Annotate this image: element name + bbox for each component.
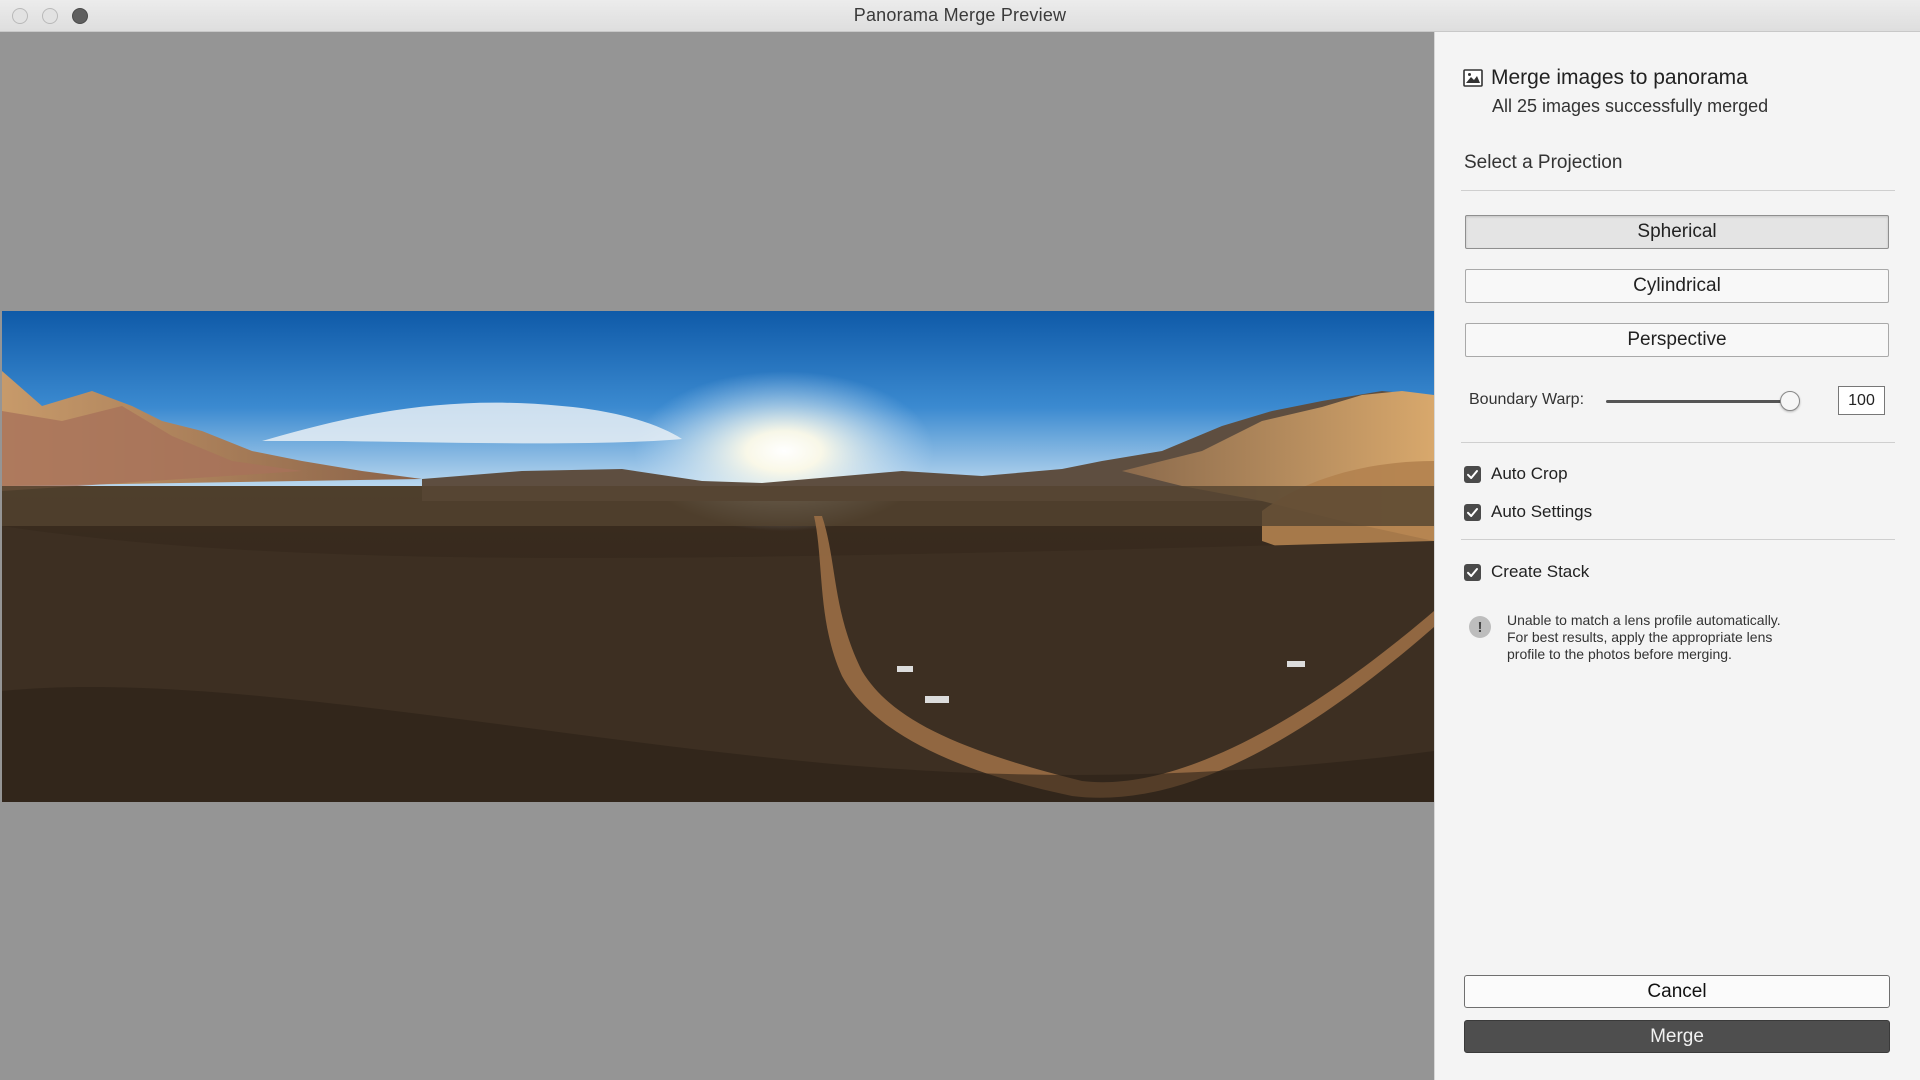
checkmark-icon (1467, 567, 1478, 577)
projection-cylindrical-button[interactable]: Cylindrical (1465, 269, 1889, 303)
divider (1461, 190, 1895, 191)
boundary-warp-value-field[interactable]: 100 (1838, 386, 1885, 415)
projection-perspective-button[interactable]: Perspective (1465, 323, 1889, 357)
warning-text: Unable to match a lens profile automatic… (1507, 612, 1867, 663)
title-bar: Panorama Merge Preview (0, 0, 1920, 32)
panel-header: Merge images to panorama (1463, 66, 1748, 90)
zoom-window-button[interactable] (72, 8, 88, 24)
auto-settings-checkbox[interactable] (1464, 503, 1481, 521)
close-window-button[interactable] (12, 8, 28, 24)
projection-section-label: Select a Projection (1464, 152, 1623, 173)
auto-crop-checkbox[interactable] (1464, 465, 1481, 483)
panorama-preview-image (2, 311, 1434, 802)
window-controls (12, 8, 88, 24)
panel-title: Merge images to panorama (1491, 66, 1748, 89)
minimize-window-button[interactable] (42, 8, 58, 24)
window-title: Panorama Merge Preview (853, 5, 1067, 25)
cancel-button[interactable]: Cancel (1464, 975, 1890, 1008)
warning-line: Unable to match a lens profile automatic… (1507, 612, 1781, 628)
projection-spherical-button[interactable]: Spherical (1465, 215, 1889, 249)
warning-line: For best results, apply the appropriate … (1507, 629, 1773, 645)
preview-area (0, 32, 1434, 1080)
merge-status-text: All 25 images successfully merged (1492, 96, 1769, 116)
auto-crop-label: Auto Crop (1491, 464, 1568, 483)
boundary-warp-slider-thumb[interactable] (1780, 391, 1800, 411)
exclamation-circle-icon: ! (1469, 616, 1491, 638)
auto-settings-option[interactable]: Auto Settings (1464, 502, 1592, 522)
create-stack-option[interactable]: Create Stack (1464, 562, 1589, 582)
create-stack-checkbox[interactable] (1464, 563, 1481, 581)
image-icon (1463, 69, 1483, 87)
divider (1461, 442, 1895, 443)
warning-line: profile to the photos before merging. (1507, 646, 1732, 662)
merge-button[interactable]: Merge (1464, 1020, 1890, 1053)
divider (1461, 539, 1895, 540)
create-stack-label: Create Stack (1491, 562, 1590, 581)
auto-crop-option[interactable]: Auto Crop (1464, 464, 1568, 484)
checkmark-icon (1467, 469, 1478, 479)
boundary-warp-label: Boundary Warp: (1469, 391, 1585, 408)
checkmark-icon (1467, 507, 1478, 517)
boundary-warp-row: Boundary Warp: 100 (1469, 385, 1889, 417)
auto-settings-label: Auto Settings (1491, 502, 1593, 521)
boundary-warp-slider-track[interactable] (1606, 400, 1790, 403)
panorama-merge-window: Panorama Merge Preview Merge images to p… (0, 0, 1920, 1080)
settings-panel: Merge images to panorama All 25 images s… (1434, 32, 1920, 1080)
